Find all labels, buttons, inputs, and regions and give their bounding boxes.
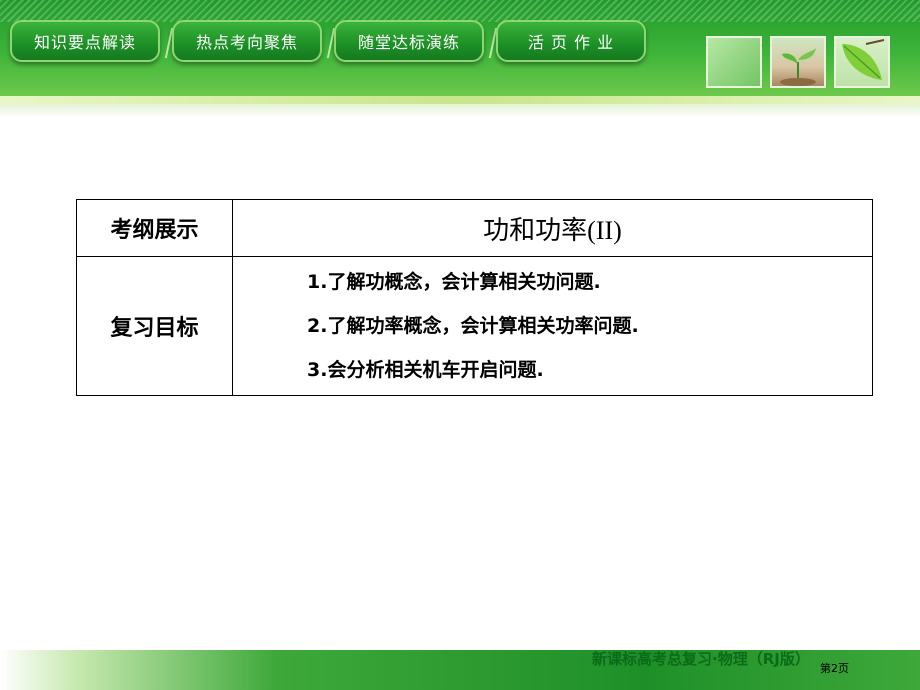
leaf-icon [842, 39, 885, 80]
header-banner: 知识要点解读 热点考向聚焦 随堂达标演练 活 页 作 业 [0, 0, 920, 118]
tab-knowledge-points[interactable]: 知识要点解读 [10, 20, 174, 62]
table-row: 复习目标 1.了解功概念，会计算相关功问题. 2.了解功率概念，会计算相关功率问… [76, 256, 873, 396]
sprout-image [770, 36, 826, 88]
tab-class-practice[interactable]: 随堂达标演练 [334, 20, 498, 62]
tab-hot-topics[interactable]: 热点考向聚焦 [172, 20, 336, 62]
topic-title: 功和功率(II) [483, 215, 622, 245]
header-stripes [0, 0, 920, 22]
goals-label-cell: 复习目标 [76, 256, 233, 396]
header-divider [0, 96, 920, 104]
list-item: 3.会分析相关机车开启问题. [307, 359, 544, 381]
topic-cell: 功和功率(II) [232, 199, 873, 257]
sprout-icon [780, 48, 816, 86]
decor-thumbnail-green [706, 36, 762, 88]
outline-label: 考纲展示 [110, 218, 199, 243]
table-row: 考纲展示 功和功率(II) [76, 199, 873, 257]
tab-label: 活 页 作 业 [527, 33, 615, 52]
leaf-image [834, 36, 890, 88]
tab-label: 热点考向聚焦 [195, 33, 298, 52]
exam-outline-table: 考纲展示 功和功率(II) 复习目标 1.了解功概念，会计算相关功问题. 2.了… [76, 199, 873, 396]
header-fade [0, 104, 920, 118]
goals-label: 复习目标 [110, 316, 199, 341]
page-number: 第2页 [820, 662, 849, 675]
tab-homework[interactable]: 活 页 作 业 [496, 20, 646, 62]
outline-label-cell: 考纲展示 [76, 199, 233, 257]
list-item: 1.了解功概念，会计算相关功问题. [307, 271, 601, 293]
goals-list: 1.了解功概念，会计算相关功问题. 2.了解功率概念，会计算相关功率问题. 3.… [233, 260, 872, 392]
goals-cell: 1.了解功概念，会计算相关功问题. 2.了解功率概念，会计算相关功率问题. 3.… [232, 256, 873, 396]
book-title: 新课标高考总复习·物理（RJ版） [592, 650, 810, 668]
tab-label: 随堂达标演练 [357, 33, 460, 52]
list-item: 2.了解功率概念，会计算相关功率问题. [307, 315, 639, 337]
tab-label: 知识要点解读 [33, 33, 136, 52]
